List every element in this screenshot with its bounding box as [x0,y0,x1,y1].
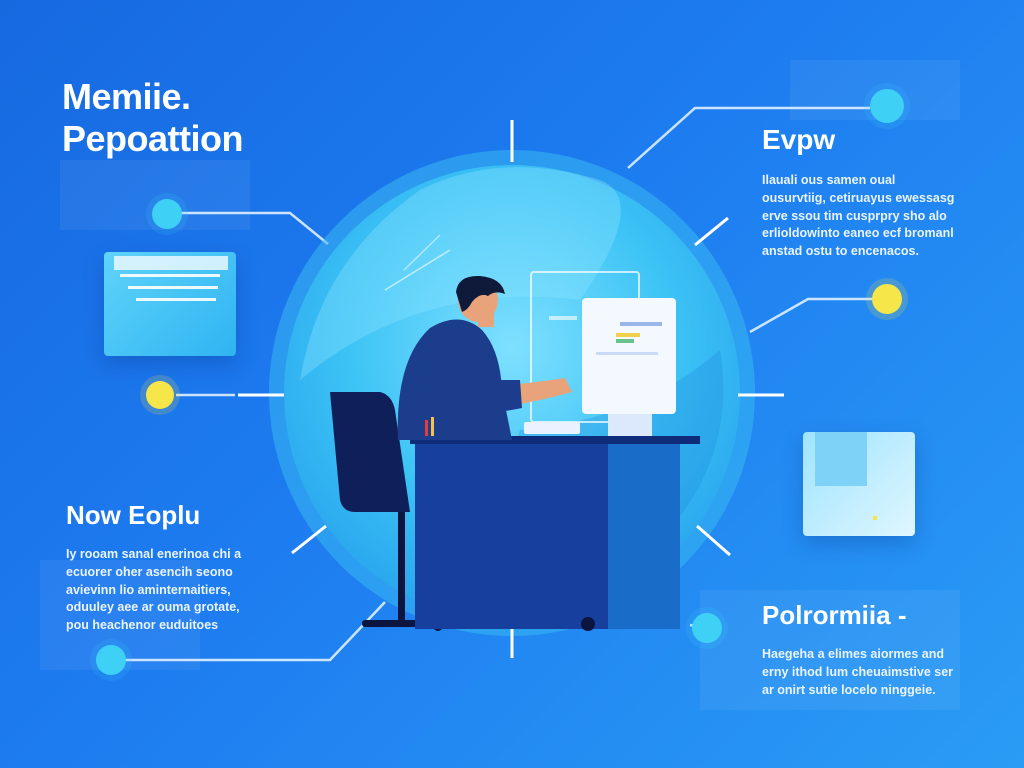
card-line [120,274,220,277]
card-line [128,286,218,289]
connector-right [749,297,872,334]
section-title-bottom-left: Now Eoplu [66,500,201,530]
document-icon [104,252,236,356]
section-body-bottom-right: Haegeha a elimes aiormes and erny ithod … [762,647,954,697]
section-body-bottom-left: Iy rooam sanal enerinoa chi a ecuorer oh… [66,547,242,632]
connector-top-left [180,211,329,245]
envelope-icon [803,432,915,536]
card-fold [114,256,228,270]
node-dot [692,613,722,643]
card-line [136,298,216,301]
node-dot [870,89,904,123]
envelope-flap [815,432,867,486]
node-dot [152,199,182,229]
section-title-top-right: Evpw [762,124,836,155]
section-title-bottom-right: Polrormiia - [762,600,907,630]
node-dot [146,381,174,409]
section-body-top-right: Ilauali ous samen oual ousurvtiig, cetir… [762,173,955,258]
back-screen-label [549,316,577,320]
tick-top-right [694,216,729,247]
node-dot [872,284,902,314]
envelope-dot [873,516,877,520]
desk [410,436,700,631]
node-dot [96,645,126,675]
